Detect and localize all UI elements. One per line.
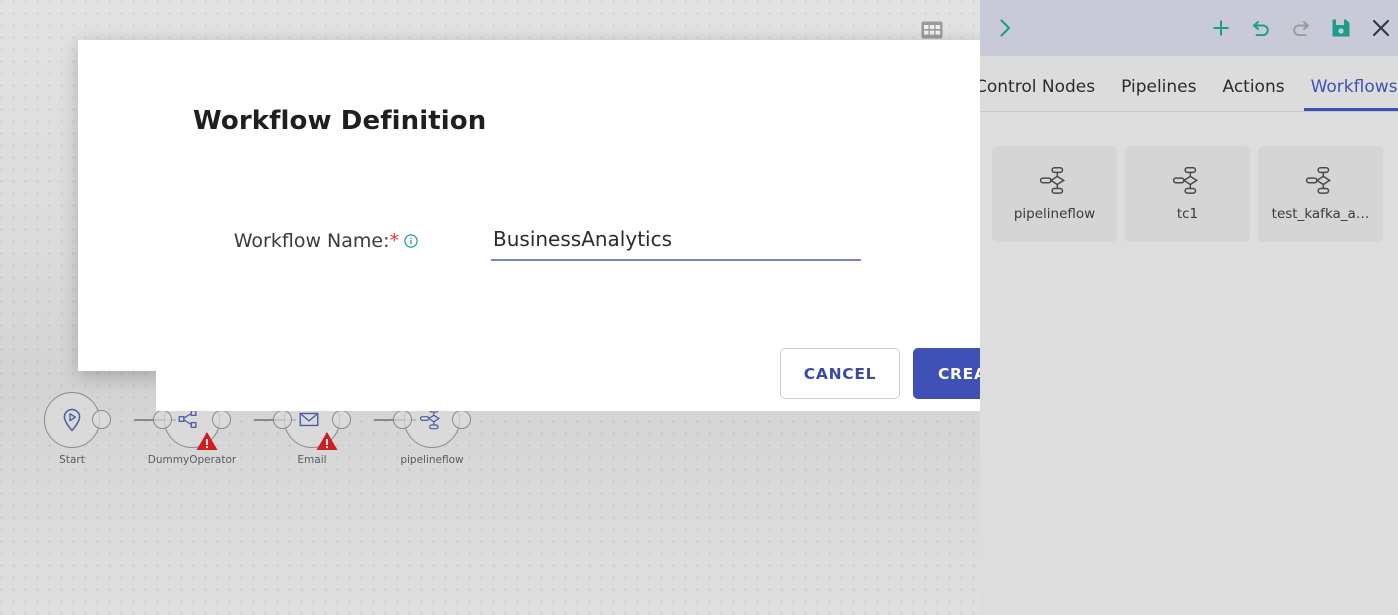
panel-toolbar bbox=[980, 0, 1398, 56]
required-asterisk: * bbox=[389, 230, 400, 252]
chevron-right-icon[interactable] bbox=[992, 15, 1018, 41]
undo-icon[interactable] bbox=[1248, 15, 1274, 41]
workflow-card-label: tc1 bbox=[1176, 206, 1199, 222]
pipeline-flow-icon bbox=[1038, 166, 1072, 196]
node-port-out[interactable] bbox=[92, 410, 111, 429]
start-pin-play-icon bbox=[59, 407, 85, 433]
plus-icon[interactable] bbox=[1208, 15, 1234, 41]
save-icon[interactable] bbox=[1328, 15, 1354, 41]
workflow-card-label: pipelineflow bbox=[1013, 206, 1096, 222]
node-port-out[interactable] bbox=[332, 410, 351, 429]
toolbar-right-group bbox=[1208, 0, 1394, 56]
workflow-definition-dialog: Workflow Definition × Workflow Name:* bbox=[78, 40, 1058, 411]
workflow-card[interactable]: test_kafka_a… bbox=[1258, 146, 1383, 242]
node-label: pipelineflow bbox=[400, 454, 464, 466]
tab-actions[interactable]: Actions bbox=[1209, 77, 1297, 111]
right-panel: Control Nodes Pipelines Actions Workflow… bbox=[980, 0, 1398, 615]
dialog-title: Workflow Definition bbox=[193, 106, 487, 136]
workflow-name-label-text: Workflow Name: bbox=[233, 230, 390, 252]
workflow-card-label: test_kafka_a… bbox=[1271, 206, 1370, 222]
node-port-in[interactable] bbox=[393, 410, 412, 429]
cancel-button[interactable]: CANCEL bbox=[780, 348, 900, 399]
workflow-name-field-row: Workflow Name:* bbox=[156, 225, 1058, 285]
panel-tabs: Control Nodes Pipelines Actions Workflow… bbox=[980, 56, 1398, 112]
node-warning-icon bbox=[196, 431, 218, 451]
node-port-in[interactable] bbox=[273, 410, 292, 429]
node-label: Start bbox=[59, 454, 85, 466]
tab-workflows[interactable]: Workflows bbox=[1298, 77, 1398, 111]
dialog-body: Workflow Definition × Workflow Name:* bbox=[156, 80, 1058, 411]
pipeline-flow-icon bbox=[1171, 166, 1205, 196]
pipeline-flow-icon bbox=[1304, 166, 1338, 196]
redo-icon[interactable] bbox=[1288, 15, 1314, 41]
info-icon[interactable] bbox=[404, 231, 418, 248]
close-icon[interactable] bbox=[1368, 15, 1394, 41]
tab-control-nodes[interactable]: Control Nodes bbox=[980, 77, 1108, 111]
tabs-scroll-container: Control Nodes Pipelines Actions Workflow… bbox=[980, 77, 1398, 111]
workflow-card[interactable]: tc1 bbox=[1125, 146, 1250, 242]
node-label: DummyOperator bbox=[147, 454, 237, 466]
node-label: Email bbox=[297, 454, 327, 466]
workflow-name-input-wrap bbox=[491, 225, 861, 261]
workflow-card[interactable]: pipelineflow bbox=[992, 146, 1117, 242]
table-grid-icon[interactable] bbox=[921, 21, 943, 39]
workflow-name-input[interactable] bbox=[491, 225, 861, 261]
tab-pipelines[interactable]: Pipelines bbox=[1108, 77, 1209, 111]
toolbar-left-group bbox=[992, 0, 1018, 56]
node-port-out[interactable] bbox=[452, 410, 471, 429]
workflow-card-list: pipelineflow tc1 test_kafka_a… bbox=[980, 113, 1398, 242]
app-root: Start DummyOperator Email pipelineflow W… bbox=[0, 0, 1398, 615]
node-port-out[interactable] bbox=[212, 410, 231, 429]
node-port-in[interactable] bbox=[153, 410, 172, 429]
node-warning-icon bbox=[316, 431, 338, 451]
workflow-name-label: Workflow Name:* bbox=[156, 230, 418, 252]
graph-node-start[interactable]: Start bbox=[44, 392, 111, 466]
